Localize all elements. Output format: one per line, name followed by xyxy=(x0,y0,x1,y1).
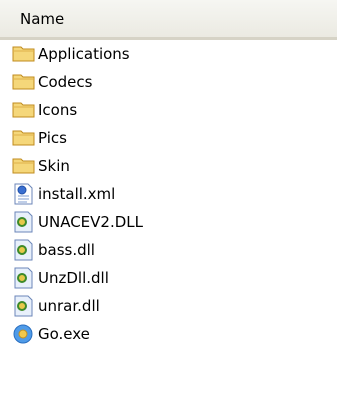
file-row-unzdll-dll[interactable]: UnzDll.dll xyxy=(12,264,332,292)
file-name: unrar.dll xyxy=(38,297,100,315)
folder-icon xyxy=(12,43,36,65)
file-row-unrar-dll[interactable]: unrar.dll xyxy=(12,292,332,320)
file-name: install.xml xyxy=(38,185,116,203)
file-name: Icons xyxy=(38,101,78,119)
file-name: UnzDll.dll xyxy=(38,269,109,287)
folder-icon xyxy=(12,71,36,93)
file-row-applications[interactable]: Applications xyxy=(12,40,332,68)
file-name: UNACEV2.DLL xyxy=(38,213,143,231)
column-header-name[interactable]: Name xyxy=(0,0,337,40)
file-name: Go.exe xyxy=(38,325,90,343)
file-row-icons[interactable]: Icons xyxy=(12,96,332,124)
file-name: bass.dll xyxy=(38,241,95,259)
file-row-install-xml[interactable]: install.xml xyxy=(12,180,332,208)
column-header-label: Name xyxy=(20,10,65,28)
exe-file-icon xyxy=(12,323,36,345)
file-row-go-exe[interactable]: Go.exe xyxy=(12,320,332,348)
dll-file-icon xyxy=(12,211,36,233)
dll-file-icon xyxy=(12,295,36,317)
file-row-pics[interactable]: Pics xyxy=(12,124,332,152)
dll-file-icon xyxy=(12,267,36,289)
dll-file-icon xyxy=(12,239,36,261)
xml-document-icon xyxy=(12,183,36,205)
file-row-unacev2-dll[interactable]: UNACEV2.DLL xyxy=(12,208,332,236)
folder-icon xyxy=(12,99,36,121)
folder-icon xyxy=(12,127,36,149)
file-row-skin[interactable]: Skin xyxy=(12,152,332,180)
file-name: Pics xyxy=(38,129,67,147)
folder-icon xyxy=(12,155,36,177)
file-name: Codecs xyxy=(38,73,93,91)
file-row-codecs[interactable]: Codecs xyxy=(12,68,332,96)
file-row-bass-dll[interactable]: bass.dll xyxy=(12,236,332,264)
file-name: Skin xyxy=(38,157,70,175)
file-name: Applications xyxy=(38,45,130,63)
